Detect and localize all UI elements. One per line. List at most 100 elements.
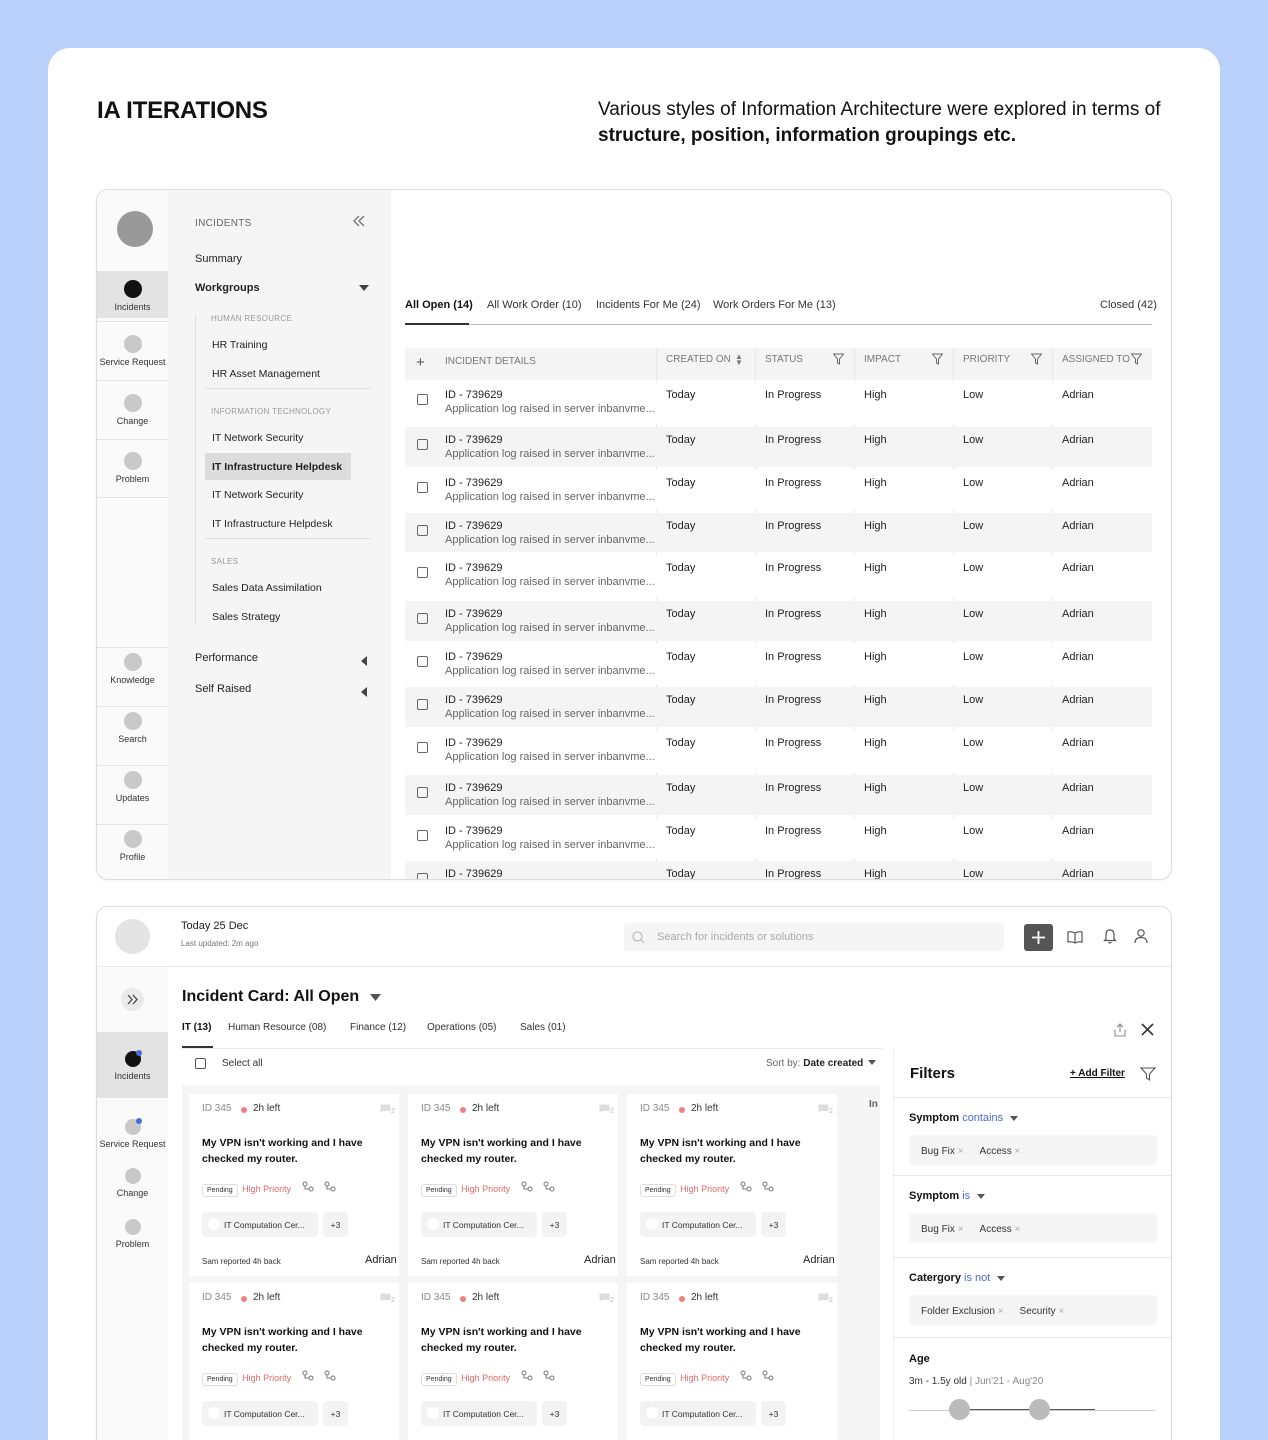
filter-tag[interactable]: Access × bbox=[974, 1143, 1027, 1160]
incident-card[interactable]: ID 345 2h left 2 My VPN isn't working and I… bbox=[189, 1283, 399, 1440]
more-groups[interactable]: +3 bbox=[542, 1212, 567, 1237]
tree-item[interactable]: HR Asset Management bbox=[212, 368, 320, 380]
nav-item-problem[interactable]: Problem bbox=[97, 1219, 168, 1249]
nav-item-updates[interactable]: Updates bbox=[97, 771, 168, 803]
more-groups[interactable]: +3 bbox=[761, 1401, 786, 1426]
table-row[interactable]: ID - 739629Application log raised in ser… bbox=[405, 513, 1152, 552]
tab-2[interactable]: Incidents For Me (24) bbox=[596, 299, 701, 311]
column-header[interactable]: CREATED ON bbox=[666, 354, 731, 365]
filter-operator[interactable]: contains bbox=[962, 1112, 1003, 1124]
workflow-icon[interactable] bbox=[521, 1370, 533, 1381]
table-row[interactable]: ID - 739629Application log raised in ser… bbox=[405, 555, 1152, 598]
row-checkbox[interactable] bbox=[417, 525, 428, 536]
table-row[interactable]: ID - 739629Application log raised in ser… bbox=[405, 644, 1152, 684]
caret-left-icon[interactable] bbox=[361, 687, 367, 697]
filter-section-label[interactable]: Catergory is not bbox=[909, 1272, 1006, 1284]
remove-tag-icon[interactable]: × bbox=[1015, 1224, 1021, 1235]
tree-item[interactable]: IT Infrastructure Helpdesk bbox=[212, 518, 333, 530]
tab-3[interactable]: Work Orders For Me (13) bbox=[713, 299, 836, 311]
more-groups[interactable]: +3 bbox=[323, 1212, 348, 1237]
more-groups[interactable]: +3 bbox=[761, 1212, 786, 1237]
tree-item[interactable]: IT Infrastructure Helpdesk bbox=[212, 461, 342, 473]
row-checkbox[interactable] bbox=[417, 394, 428, 405]
filter-icon[interactable] bbox=[832, 352, 845, 370]
user-icon[interactable] bbox=[1134, 928, 1148, 944]
filter-section-label[interactable]: Symptom is bbox=[909, 1190, 986, 1202]
add-button[interactable] bbox=[1024, 924, 1053, 951]
column-header[interactable]: STATUS bbox=[765, 354, 803, 365]
comment-count[interactable]: 2 bbox=[380, 1293, 395, 1304]
filter-icon[interactable] bbox=[931, 352, 944, 370]
filter-tag[interactable]: Folder Exclusion × bbox=[915, 1303, 1010, 1320]
table-row[interactable]: ID - 739629Application log raised in ser… bbox=[405, 775, 1152, 815]
incident-card[interactable]: ID 345 2h left 2 My VPN isn't working and I… bbox=[189, 1094, 399, 1276]
group-chip[interactable]: IT Computation Cer... bbox=[421, 1212, 537, 1237]
group-chip[interactable]: IT Computation Cer... bbox=[202, 1401, 318, 1426]
tree-item[interactable]: Sales Data Assimilation bbox=[212, 582, 322, 594]
comment-count[interactable]: 2 bbox=[599, 1104, 614, 1115]
search-input[interactable]: Search for incidents or solutions bbox=[624, 923, 1004, 951]
workflow-icon[interactable] bbox=[302, 1370, 314, 1381]
column-header[interactable]: INCIDENT DETAILS bbox=[445, 356, 536, 367]
book-icon[interactable] bbox=[1067, 930, 1083, 944]
avatar[interactable] bbox=[115, 919, 150, 954]
tree-item-summary[interactable]: Summary bbox=[195, 253, 242, 265]
tree-item[interactable]: HR Training bbox=[212, 339, 267, 351]
workflow-icon[interactable] bbox=[740, 1370, 752, 1381]
tree-item-workgroups[interactable]: Workgroups bbox=[195, 282, 260, 294]
filter-icon[interactable] bbox=[1030, 352, 1043, 370]
view-dropdown-icon[interactable] bbox=[370, 994, 381, 1001]
tree-item-performance[interactable]: Performance bbox=[195, 652, 258, 664]
workflow-icon[interactable] bbox=[302, 1181, 314, 1192]
column-header[interactable]: IMPACT bbox=[864, 354, 901, 365]
nav-item-change[interactable]: Change bbox=[97, 394, 168, 426]
remove-tag-icon[interactable]: × bbox=[958, 1146, 964, 1157]
select-all-checkbox[interactable] bbox=[195, 1058, 206, 1069]
incident-card[interactable]: ID 345 2h left 2 My VPN isn't working and I… bbox=[408, 1094, 618, 1276]
workflow-icon[interactable] bbox=[543, 1370, 555, 1381]
column-header[interactable]: PRIORITY bbox=[963, 354, 1010, 365]
expand-button[interactable] bbox=[121, 988, 144, 1011]
table-row[interactable]: ID - 739629Application log raised in ser… bbox=[405, 818, 1152, 858]
filter-tag[interactable]: Bug Fix × bbox=[915, 1221, 970, 1238]
row-checkbox[interactable] bbox=[417, 873, 428, 879]
row-checkbox[interactable] bbox=[417, 699, 428, 710]
collapse-icon[interactable] bbox=[352, 215, 366, 227]
table-row[interactable]: ID - 739629Application log raised in ser… bbox=[405, 687, 1152, 727]
filter-section-label[interactable]: Symptom contains bbox=[909, 1112, 1019, 1124]
remove-tag-icon[interactable]: × bbox=[1015, 1146, 1021, 1157]
tab-closed[interactable]: Closed (42) bbox=[1100, 299, 1157, 311]
row-checkbox[interactable] bbox=[417, 830, 428, 841]
group-chip[interactable]: IT Computation Cer... bbox=[640, 1212, 756, 1237]
table-row[interactable]: ID - 739629Application log raised in ser… bbox=[405, 730, 1152, 772]
row-checkbox[interactable] bbox=[417, 787, 428, 798]
filter-tag[interactable]: Access × bbox=[974, 1221, 1027, 1238]
tab-3[interactable]: Operations (05) bbox=[427, 1022, 496, 1033]
workflow-icon[interactable] bbox=[543, 1181, 555, 1192]
comment-count[interactable]: 2 bbox=[380, 1104, 395, 1115]
tree-item[interactable]: IT Network Security bbox=[212, 489, 303, 501]
incident-card[interactable]: ID 345 2h left 2 My VPN isn't working and I… bbox=[627, 1094, 837, 1276]
tab-0[interactable]: All Open (14) bbox=[405, 299, 473, 311]
row-checkbox[interactable] bbox=[417, 656, 428, 667]
nav-item-change[interactable]: Change bbox=[97, 1168, 168, 1198]
more-groups[interactable]: +3 bbox=[542, 1401, 567, 1426]
more-groups[interactable]: +3 bbox=[323, 1401, 348, 1426]
share-icon[interactable] bbox=[1114, 1023, 1126, 1037]
remove-tag-icon[interactable]: × bbox=[998, 1306, 1004, 1317]
filter-icon[interactable] bbox=[1130, 352, 1143, 370]
table-row[interactable]: ID - 739629Application log raised in ser… bbox=[405, 601, 1152, 641]
row-checkbox[interactable] bbox=[417, 613, 428, 624]
close-icon[interactable] bbox=[1141, 1023, 1154, 1036]
filter-operator[interactable]: is bbox=[962, 1190, 970, 1202]
table-row[interactable]: ID - 739629Application log raised in ser… bbox=[405, 861, 1152, 879]
nav-item-service-request[interactable]: Service Request bbox=[97, 335, 168, 367]
nav-item-incidents[interactable]: Incidents bbox=[97, 280, 168, 312]
workflow-icon[interactable] bbox=[324, 1370, 336, 1381]
card-assignee[interactable]: Adrian bbox=[584, 1254, 616, 1266]
filter-tag[interactable]: Bug Fix × bbox=[915, 1143, 970, 1160]
sort-control[interactable]: Sort by: Date created bbox=[766, 1058, 877, 1069]
bell-icon[interactable] bbox=[1103, 928, 1117, 944]
caret-left-icon[interactable] bbox=[361, 656, 367, 666]
nav-item-problem[interactable]: Problem bbox=[97, 452, 168, 484]
